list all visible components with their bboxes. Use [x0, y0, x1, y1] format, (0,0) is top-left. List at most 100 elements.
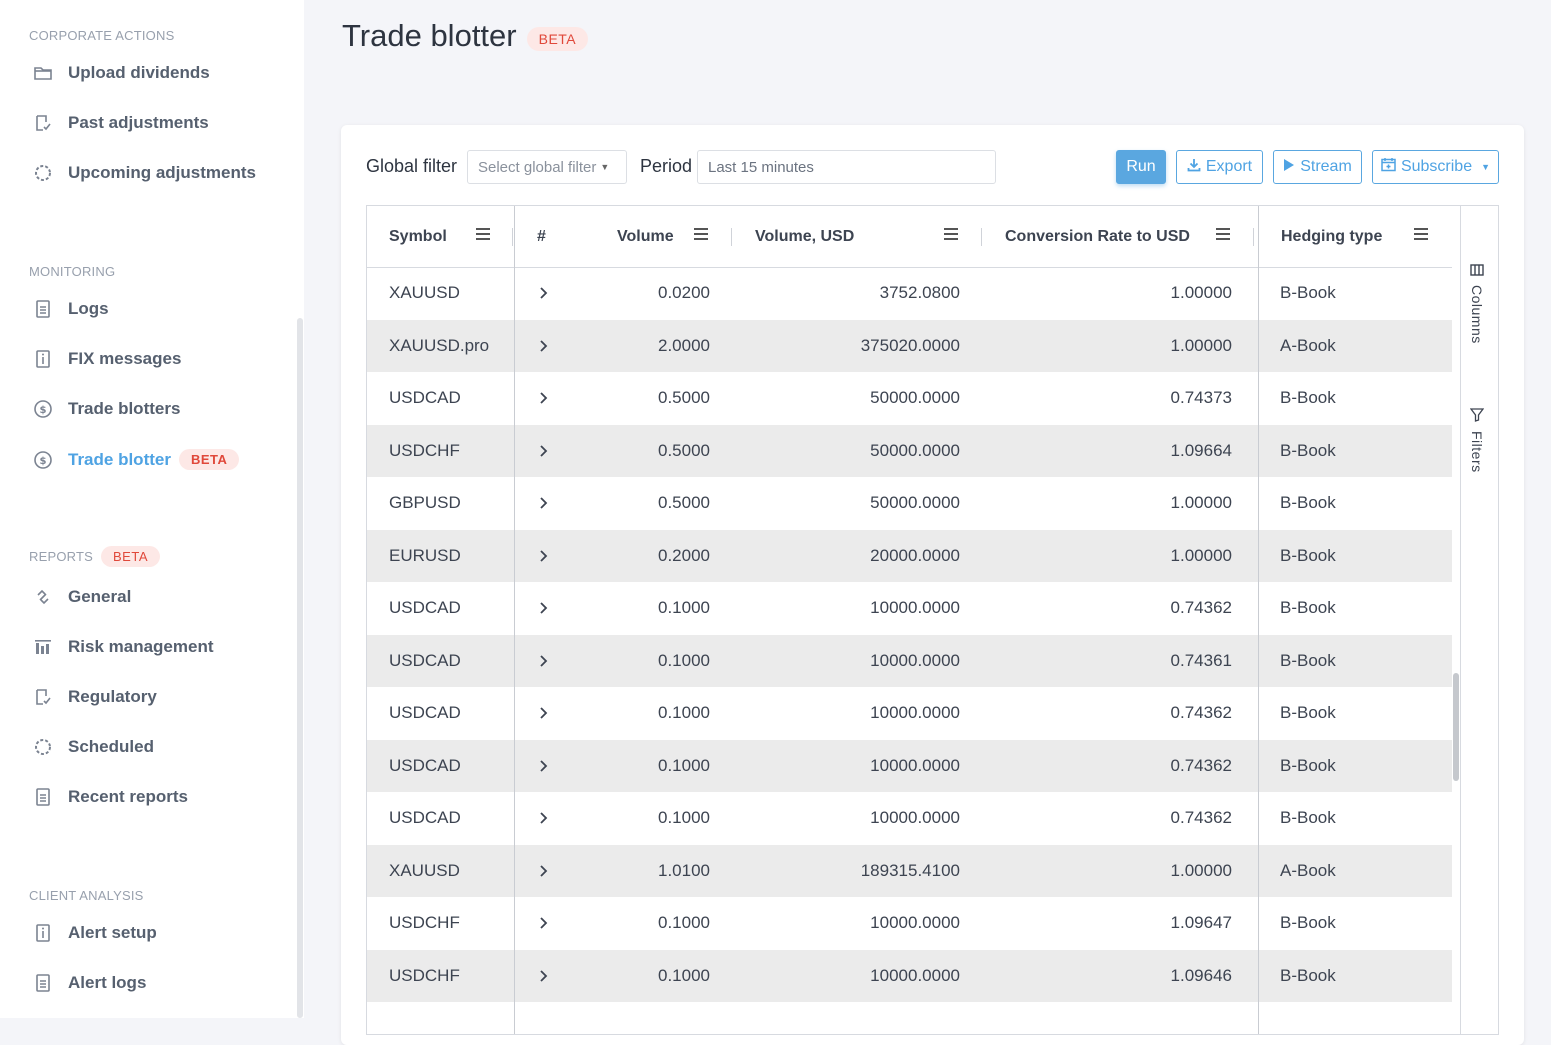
grid-side-panel: Columns Filters: [1460, 206, 1498, 1034]
column-header-row-number[interactable]: #: [537, 206, 546, 267]
column-header-symbol[interactable]: Symbol: [389, 206, 447, 267]
edit-check-icon: [33, 687, 53, 707]
volume-usd-cell: 10000.0000: [870, 755, 960, 775]
conversion-rate-cell: 0.74373: [1170, 388, 1232, 408]
table-row[interactable]: USDCAD 0.1000 10000.0000 0.74362 B-Book: [367, 792, 1452, 845]
sidebar-item-alert-setup[interactable]: Alert setup: [33, 923, 157, 943]
conversion-rate-cell: 0.74362: [1170, 755, 1232, 775]
hedging-type-cell: B-Book: [1280, 283, 1336, 303]
table-row[interactable]: XAUUSD 1.0100 189315.4100 1.00000 A-Book: [367, 844, 1452, 898]
loader-icon: [33, 163, 53, 183]
expand-chevron-icon[interactable]: [539, 372, 549, 425]
run-button[interactable]: Run: [1116, 150, 1166, 184]
table-row[interactable]: USDCHF 0.1000 10000.0000 1.09646 B-Book: [367, 949, 1452, 1003]
table-row[interactable]: USDCAD 0.1000 10000.0000 0.74362 B-Book: [367, 582, 1452, 635]
sidebar-item-recent-reports[interactable]: Recent reports: [33, 787, 188, 807]
symbol-cell: GBPUSD: [389, 493, 461, 513]
section-title-corporate-actions: CORPORATE ACTIONS: [29, 28, 175, 43]
table-row[interactable]: XAUUSD 0.0200 3752.0800 1.00000 B-Book: [367, 267, 1452, 320]
column-menu-icon[interactable]: [476, 228, 490, 242]
grid-header: Symbol # Volume Volume, USD Conversion R…: [367, 206, 1460, 268]
beta-badge: BETA: [526, 27, 589, 51]
sidebar-item-upcoming-adjustments[interactable]: Upcoming adjustments: [33, 163, 256, 183]
expand-chevron-icon[interactable]: [539, 320, 549, 373]
edit-check-icon: [33, 113, 53, 133]
table-row[interactable]: XAUUSD.pro 2.0000 375020.0000 1.00000 A-Book: [367, 319, 1452, 373]
sidebar-item-logs[interactable]: Logs: [33, 299, 109, 319]
sidebar-item-alert-logs[interactable]: Alert logs: [33, 973, 146, 993]
column-header-volume[interactable]: Volume: [617, 206, 674, 267]
column-menu-icon[interactable]: [1414, 228, 1428, 242]
hedging-type-cell: B-Book: [1280, 965, 1336, 985]
column-header-volume-usd[interactable]: Volume, USD: [755, 206, 854, 267]
sidebar-item-general[interactable]: General: [33, 587, 131, 607]
period-input[interactable]: [697, 150, 996, 184]
sidebar-item-risk-management[interactable]: Risk management: [33, 637, 214, 657]
filters-tab[interactable]: Filters: [1469, 408, 1485, 473]
link-icon: [33, 587, 53, 607]
table-row[interactable]: USDCAD 0.5000 50000.0000 0.74373 B-Book: [367, 372, 1452, 425]
table-row[interactable]: USDCAD 0.1000 10000.0000 0.74362 B-Book: [367, 739, 1452, 793]
table-row[interactable]: USDCHF 0.5000 50000.0000 1.09664 B-Book: [367, 424, 1452, 478]
section-title-monitoring: MONITORING: [29, 264, 116, 279]
hedging-type-cell: A-Book: [1280, 335, 1336, 355]
expand-chevron-icon[interactable]: [539, 740, 549, 793]
volume-usd-cell: 50000.0000: [870, 493, 960, 513]
volume-usd-cell: 10000.0000: [870, 913, 960, 933]
pinned-column-divider: [514, 206, 515, 1034]
volume-usd-cell: 10000.0000: [870, 808, 960, 828]
symbol-cell: XAUUSD.pro: [389, 335, 490, 355]
grid-scrollbar-thumb[interactable]: [1453, 673, 1459, 781]
expand-chevron-icon[interactable]: [539, 582, 549, 635]
sidebar-item-upload-dividends[interactable]: Upload dividends: [33, 63, 210, 83]
pinned-column-divider: [1258, 206, 1259, 1034]
sidebar-item-trade-blotter[interactable]: $ Trade blotter BETA: [33, 449, 240, 470]
expand-chevron-icon[interactable]: [539, 425, 549, 478]
expand-chevron-icon[interactable]: [539, 267, 549, 320]
table-row[interactable]: GBPUSD 0.5000 50000.0000 1.00000 B-Book: [367, 477, 1452, 530]
table-row[interactable]: USDCAD 0.1000 10000.0000 0.74361 B-Book: [367, 634, 1452, 688]
column-header-conversion-rate[interactable]: Conversion Rate to USD: [1005, 206, 1190, 267]
subscribe-button[interactable]: Subscribe ▼: [1372, 150, 1499, 184]
column-menu-icon[interactable]: [1216, 228, 1230, 242]
expand-chevron-icon[interactable]: [539, 897, 549, 950]
expand-chevron-icon[interactable]: [539, 687, 549, 740]
export-button[interactable]: Export: [1176, 150, 1263, 184]
symbol-cell: USDCAD: [389, 808, 461, 828]
hedging-type-cell: B-Book: [1280, 913, 1336, 933]
stream-button[interactable]: Stream: [1273, 150, 1362, 184]
volume-cell: 0.2000: [658, 545, 710, 565]
table-row[interactable]: USDCHF 0.1000 10000.0000 1.09647 B-Book: [367, 897, 1452, 950]
column-header-hedging-type[interactable]: Hedging type: [1281, 206, 1382, 267]
column-menu-icon[interactable]: [694, 228, 708, 242]
conversion-rate-cell: 1.00000: [1170, 283, 1232, 303]
expand-chevron-icon[interactable]: [539, 845, 549, 898]
expand-chevron-icon[interactable]: [539, 950, 549, 1003]
sidebar-item-scheduled[interactable]: Scheduled: [33, 737, 154, 757]
sidebar-item-regulatory[interactable]: Regulatory: [33, 687, 157, 707]
column-menu-icon[interactable]: [944, 228, 958, 242]
sidebar-item-past-adjustments[interactable]: Past adjustments: [33, 113, 209, 133]
table-row[interactable]: EURUSD 0.2000 20000.0000 1.00000 B-Book: [367, 529, 1452, 583]
expand-chevron-icon[interactable]: [539, 530, 549, 583]
volume-usd-cell: 3752.0800: [879, 283, 960, 303]
sidebar-item-fix-messages[interactable]: FIX messages: [33, 349, 181, 369]
svg-text:$: $: [40, 405, 47, 416]
sidebar-item-trade-blotters[interactable]: $ Trade blotters: [33, 399, 180, 419]
volume-usd-cell: 50000.0000: [870, 440, 960, 460]
caret-down-icon: ▼: [600, 162, 610, 172]
global-filter-select[interactable]: Select global filter ▼: [467, 150, 627, 184]
expand-chevron-icon[interactable]: [539, 635, 549, 688]
conversion-rate-cell: 0.74362: [1170, 703, 1232, 723]
volume-cell: 0.1000: [658, 965, 710, 985]
sidebar-scrollbar[interactable]: [297, 318, 303, 1018]
table-row[interactable]: USDCAD 0.1000 10000.0000 0.74362 B-Book: [367, 687, 1452, 740]
hedging-type-cell: B-Book: [1280, 493, 1336, 513]
expand-chevron-icon[interactable]: [539, 477, 549, 530]
expand-chevron-icon[interactable]: [539, 792, 549, 845]
volume-cell: 0.5000: [658, 388, 710, 408]
columns-tab[interactable]: Columns: [1469, 263, 1485, 344]
dollar-circle-icon: $: [33, 450, 53, 470]
symbol-cell: EURUSD: [389, 545, 461, 565]
grid-scrollbar[interactable]: [1452, 267, 1460, 1034]
